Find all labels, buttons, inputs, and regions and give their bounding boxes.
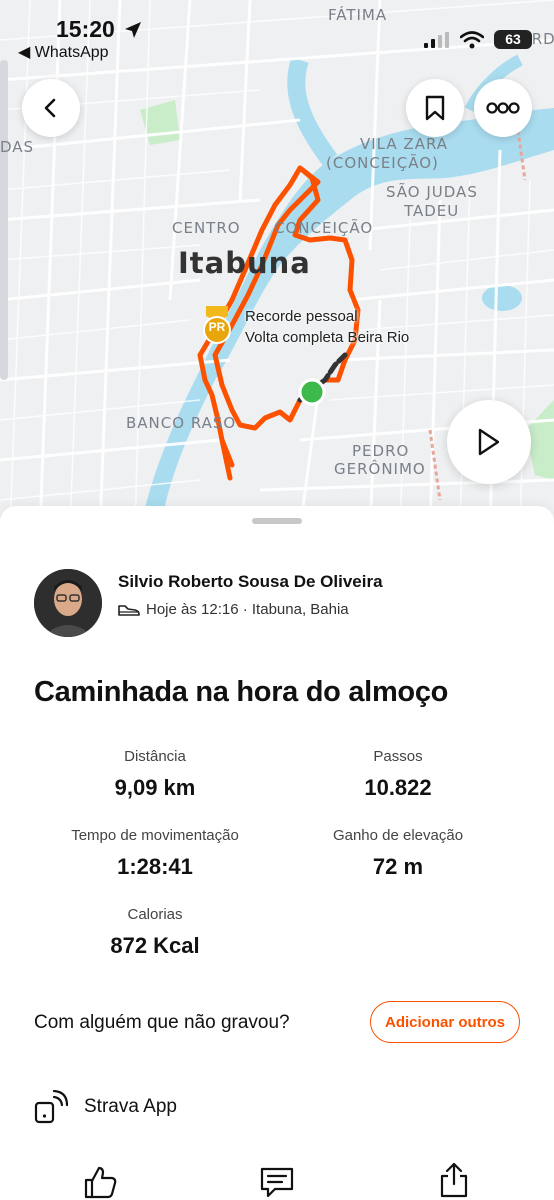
activity-date-location: Hoje às 12:16 · Itabuna, Bahia xyxy=(146,601,349,618)
location-arrow-icon xyxy=(125,22,141,38)
stat-label: Tempo de movimentação xyxy=(71,827,239,844)
athlete-name[interactable]: Silvio Roberto Sousa De Oliveira xyxy=(118,572,383,592)
comment-icon[interactable] xyxy=(259,1164,295,1200)
stat-value: 1:28:41 xyxy=(117,854,193,879)
more-options-button[interactable] xyxy=(474,79,532,137)
action-bar xyxy=(0,1162,554,1200)
add-others-button[interactable]: Adicionar outros xyxy=(370,1001,520,1043)
avatar[interactable] xyxy=(34,569,102,637)
label-geronimo: GERÔNIMO xyxy=(334,460,426,478)
label-vila-zara-sub: (CONCEIÇÃO) xyxy=(326,154,439,172)
device-name: Strava App xyxy=(84,1096,177,1117)
label-vila-zara: VILA ZARA xyxy=(360,135,449,153)
stat-label: Distância xyxy=(124,748,186,765)
stat-calories: Calorias 872 Kcal xyxy=(40,906,270,959)
label-sao-judas: SÃO JUDAS xyxy=(386,183,478,201)
chevron-left-icon xyxy=(44,98,56,118)
stat-steps: Passos 10.822 xyxy=(283,748,513,801)
with-others-prompt: Com alguém que não gravou? xyxy=(34,1012,290,1033)
device-row[interactable]: Strava App xyxy=(34,1090,177,1124)
stat-value: 10.822 xyxy=(364,775,432,800)
label-das: DAS xyxy=(0,138,35,156)
label-centro: CENTRO xyxy=(172,219,241,237)
city-label: Itabuna xyxy=(178,246,311,280)
route-map[interactable]: FÁTIMA DAS VILA ZARA (CONCEIÇÃO) SÃO JUD… xyxy=(0,0,554,530)
drag-handle[interactable] xyxy=(252,518,302,524)
pr-segment[interactable]: Volta completa Beira Rio xyxy=(245,327,409,349)
activity-title: Caminhada na hora do almoço xyxy=(34,676,449,708)
thumbs-up-icon[interactable] xyxy=(82,1164,118,1200)
watch-icon xyxy=(34,1090,68,1124)
stat-elevation-gain: Ganho de elevação 72 m xyxy=(283,827,513,880)
shoe-icon xyxy=(118,604,140,616)
more-icon xyxy=(486,102,520,114)
label-conceicao: CONCEIÇÃO xyxy=(274,219,374,237)
activity-sheet: Silvio Roberto Sousa De Oliveira Hoje às… xyxy=(0,506,554,1200)
start-marker xyxy=(298,378,326,406)
activity-meta: Hoje às 12:16 · Itabuna, Bahia xyxy=(118,601,349,618)
bookmark-icon xyxy=(425,95,445,121)
battery-indicator: 63 xyxy=(494,30,532,49)
stat-label: Ganho de elevação xyxy=(332,827,464,844)
stat-value: 9,09 km xyxy=(114,775,196,800)
status-time: 15:20 xyxy=(56,16,115,42)
back-button[interactable] xyxy=(22,79,80,137)
signal-icon xyxy=(424,31,449,48)
stat-label: Passos xyxy=(373,748,423,765)
pr-badge-label: PR xyxy=(208,320,226,334)
play-icon xyxy=(478,428,500,456)
share-icon[interactable] xyxy=(436,1162,472,1198)
bookmark-button[interactable] xyxy=(406,79,464,137)
label-pedro: PEDRO xyxy=(352,442,410,460)
status-bar: 15:20 ◀ WhatsApp 63 xyxy=(0,0,554,70)
stat-label: Calorias xyxy=(127,906,183,923)
system-icons: 63 xyxy=(424,30,532,49)
avatar-image xyxy=(34,569,102,637)
back-to-app-link[interactable]: ◀ WhatsApp xyxy=(18,42,109,62)
label-banco-raso: BANCO RASO xyxy=(126,414,237,432)
stat-distance: Distância 9,09 km xyxy=(40,748,270,801)
pr-title[interactable]: Recorde pessoal xyxy=(245,306,358,328)
label-tadeu: TADEU xyxy=(404,202,460,220)
play-flyover-button[interactable] xyxy=(447,400,531,484)
wifi-icon xyxy=(460,30,484,48)
stat-moving-time: Tempo de movimentação 1:28:41 xyxy=(40,827,270,880)
stat-value: 872 Kcal xyxy=(110,933,200,958)
stat-value: 72 m xyxy=(372,854,424,879)
